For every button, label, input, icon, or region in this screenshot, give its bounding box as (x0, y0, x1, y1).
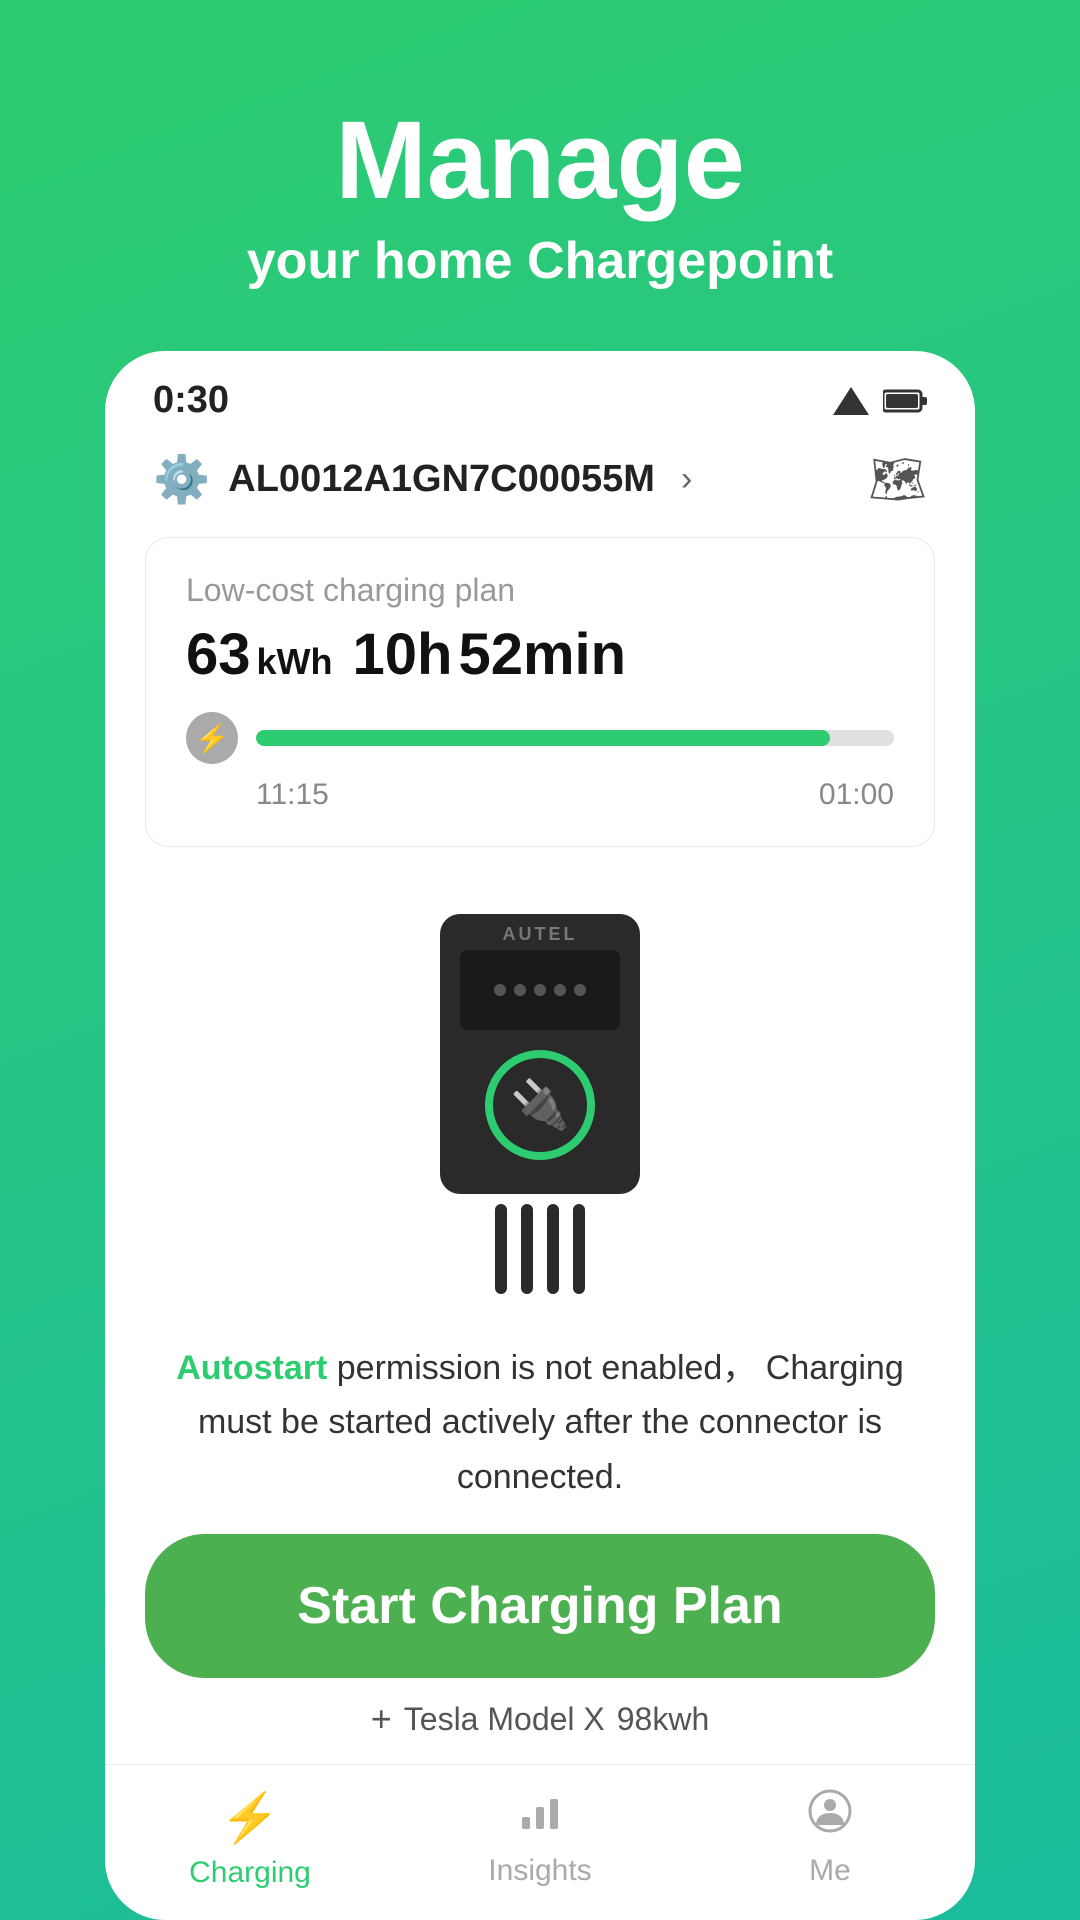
plan-card: Low-cost charging plan 63 kWh 10h 52min … (145, 537, 935, 847)
plan-label: Low-cost charging plan (186, 572, 894, 609)
plan-minutes: 52min (458, 621, 626, 688)
dot-3 (534, 984, 546, 996)
status-icons (833, 387, 927, 415)
charger-screen (460, 950, 620, 1030)
battery-icon (883, 387, 927, 415)
header-subtitle: your home Chargepoint (60, 231, 1020, 291)
nav-me[interactable]: Me (685, 1789, 975, 1890)
charging-nav-label: Charging (189, 1856, 311, 1890)
status-bar: 0:30 (105, 351, 975, 438)
plan-kwh-number: 63 (186, 621, 251, 688)
time-end: 01:00 (819, 778, 894, 812)
plan-kwh-unit: kWh (257, 641, 333, 683)
vehicle-kwh: 98kwh (617, 1701, 710, 1738)
device-bar: ⚙️ AL0012A1GN7C00055M › 🗺 (105, 438, 975, 527)
dot-2 (514, 984, 526, 996)
device-left: ⚙️ AL0012A1GN7C00055M › (153, 452, 692, 507)
nav-charging[interactable]: ⚡ Charging (105, 1789, 395, 1890)
cable-3 (547, 1204, 559, 1294)
charger-dots (494, 984, 586, 996)
chevron-right-icon: › (681, 460, 692, 499)
nav-insights[interactable]: Insights (395, 1789, 685, 1890)
add-icon: + (371, 1698, 392, 1740)
status-time: 0:30 (153, 379, 229, 422)
insights-nav-label: Insights (488, 1854, 591, 1888)
progress-track (256, 730, 894, 746)
progress-times: 11:15 01:00 (186, 778, 894, 812)
insights-nav-icon (518, 1789, 562, 1844)
charger-cables (410, 1204, 670, 1294)
me-nav-label: Me (809, 1854, 851, 1888)
signal-icon (833, 387, 869, 415)
bolt-icon-container: ⚡ (186, 712, 238, 764)
progress-fill (256, 730, 830, 746)
autostart-notice: Autostart permission is not enabled， Cha… (105, 1321, 975, 1534)
bottom-nav: ⚡ Charging Insights Me (105, 1764, 975, 1920)
charging-nav-icon: ⚡ (220, 1789, 280, 1846)
progress-bar: ⚡ (186, 712, 894, 764)
dot-1 (494, 984, 506, 996)
charger-area: AUTEL 🔌 (105, 877, 975, 1321)
plan-stats: 63 kWh 10h 52min (186, 621, 894, 688)
dot-4 (554, 984, 566, 996)
add-vehicle-row[interactable]: + Tesla Model X 98kwh (105, 1698, 975, 1740)
charger-body: AUTEL 🔌 (440, 914, 640, 1194)
header: Manage your home Chargepoint (0, 0, 1080, 351)
header-title: Manage (60, 100, 1020, 221)
start-charging-button[interactable]: Start Charging Plan (145, 1534, 935, 1678)
device-id[interactable]: AL0012A1GN7C00055M (228, 458, 655, 501)
cable-1 (495, 1204, 507, 1294)
charger-ring: 🔌 (485, 1050, 595, 1160)
cable-4 (573, 1204, 585, 1294)
gear-icon[interactable]: ⚙️ (153, 452, 210, 507)
autostart-link[interactable]: Autostart (176, 1349, 327, 1387)
dot-5 (574, 984, 586, 996)
vehicle-name: Tesla Model X (404, 1701, 605, 1738)
time-start: 11:15 (256, 778, 329, 812)
phone-card: 0:30 ⚙️ AL0012A1GN7C00055M › 🗺 Low-cost … (105, 351, 975, 1920)
cable-2 (521, 1204, 533, 1294)
map-icon[interactable]: 🗺 (869, 452, 927, 507)
charger-image: AUTEL 🔌 (410, 914, 670, 1274)
plan-hours: 10h (353, 621, 453, 688)
bolt-icon: ⚡ (195, 722, 230, 755)
me-nav-icon (808, 1789, 852, 1844)
